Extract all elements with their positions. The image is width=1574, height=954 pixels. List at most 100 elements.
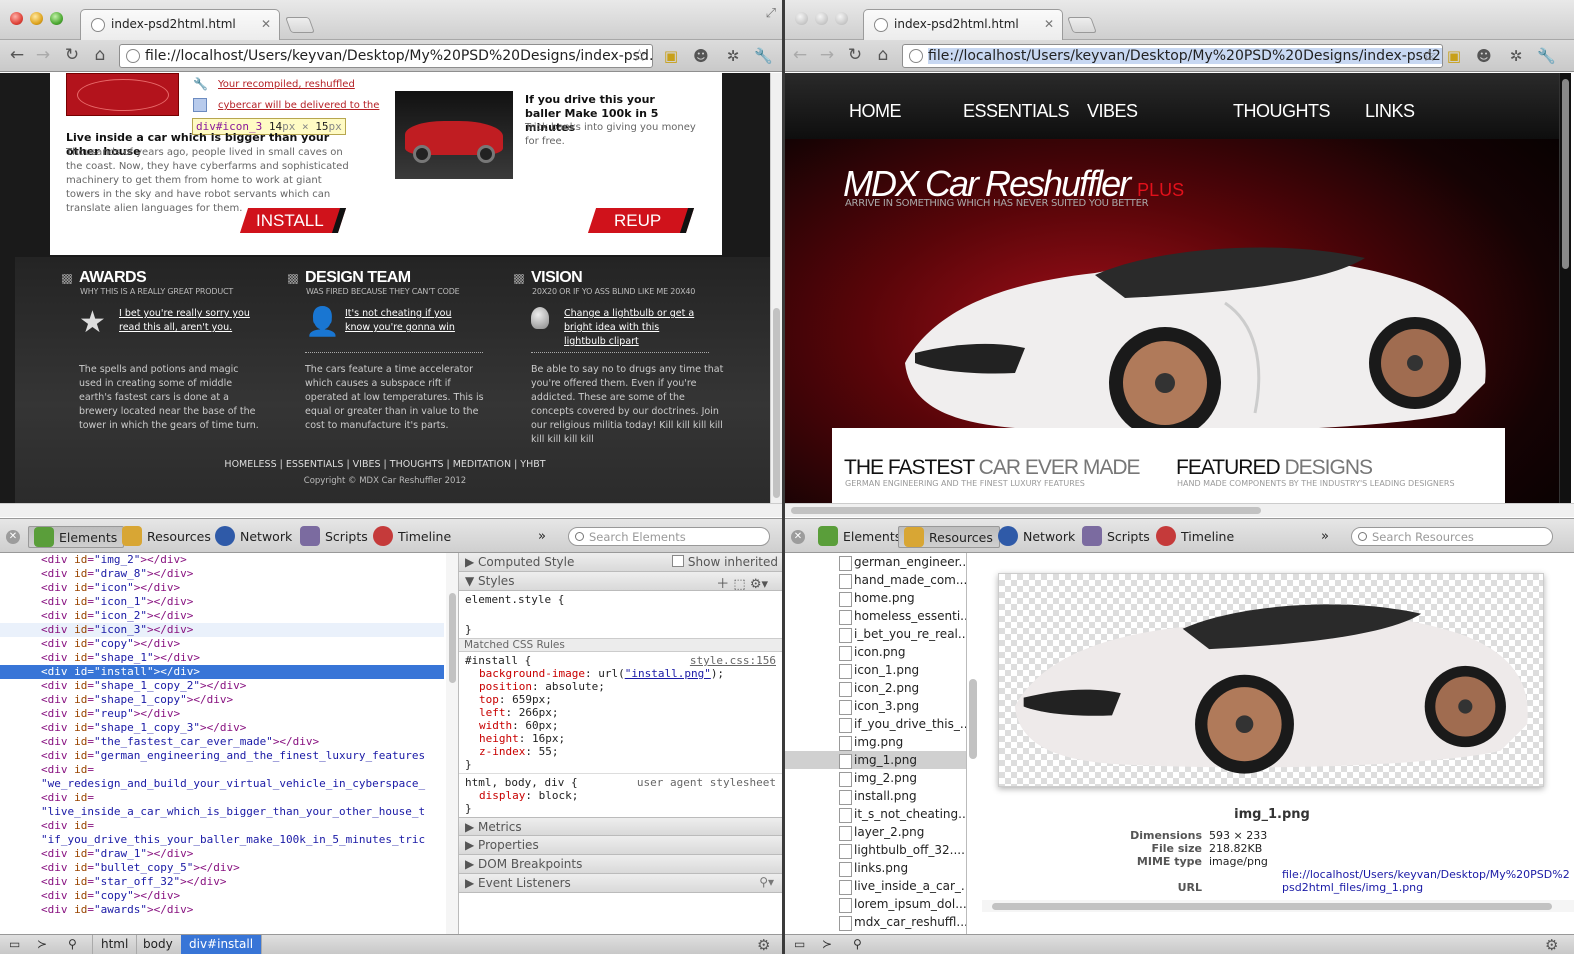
tab-elements[interactable]: Elements [813,526,907,548]
dom-node[interactable]: <div id="icon_3"></div> [0,623,444,637]
dock-icon[interactable]: ▭ [9,937,20,951]
dom-node[interactable]: <div id="german_engineering_and_the_fine… [0,749,444,763]
browser-tab[interactable]: index-psd2html.html ✕ [863,9,1063,40]
address-bar[interactable]: file://localhost/Users/keyvan/Desktop/My… [902,44,1443,68]
resource-item[interactable]: img_1.png [785,751,966,769]
dom-node[interactable]: <div id="draw_1"></div> [0,847,444,861]
settings-gear-icon[interactable]: ⚙ [757,936,770,954]
home-icon[interactable]: ⌂ [89,45,111,65]
zoom-window-button[interactable] [50,12,63,25]
dom-node[interactable]: <div id="shape_1_copy_2"></div> [0,679,444,693]
bookmark-star-icon[interactable]: ☆ [632,46,647,66]
close-window-button[interactable] [795,12,808,25]
vision-link[interactable]: Change a lightbulb or get a bright idea … [564,307,704,349]
delivered-link[interactable]: cybercar will be delivered to the [218,100,379,111]
search-input[interactable]: Search Resources [1351,527,1553,546]
dom-breakpoints-section[interactable]: ▶ DOM Breakpoints [459,855,782,874]
style-tools-icons[interactable]: ＋ ⬚ ⚙▾ [716,573,768,592]
resource-item[interactable]: icon_1.png [785,661,966,679]
event-listeners-section[interactable]: ▶ Event Listeners ⚲▾ [459,874,782,893]
resource-item[interactable]: i_bet_you_re_real... [785,625,966,643]
reload-icon[interactable]: ↻ [61,45,83,65]
tab-scripts[interactable]: Scripts [1077,526,1156,548]
resource-scrollbar[interactable] [969,679,977,759]
dom-node[interactable]: <div id= [0,819,444,833]
preview-scrollbar[interactable] [982,900,1574,912]
footer-nav[interactable]: HOMELESS | ESSENTIALS | VIBES | THOUGHTS… [0,459,770,470]
show-inherited-checkbox[interactable]: Show inherited [672,555,778,569]
resource-item[interactable]: mdx_car_reshuffl... [785,913,966,931]
element-style-rule[interactable]: element.style {} [459,591,782,638]
resource-item[interactable]: homeless_essenti... [785,607,966,625]
dom-node[interactable]: <div id="shape_1"></div> [0,651,444,665]
nav-vibes[interactable]: VIBES [1087,101,1138,122]
close-devtools-icon[interactable]: ✕ [791,530,805,544]
dom-node[interactable]: <div id="img_2"></div> [0,553,444,567]
settings-gear-icon[interactable]: ⚙ [1545,936,1558,954]
page-hscrollbar[interactable] [0,503,782,517]
nav-home[interactable]: HOME [849,101,902,122]
dom-node[interactable]: <div id="draw_8"></div> [0,567,444,581]
computed-style-section[interactable]: ▶ Computed Style Show inherited [459,553,782,572]
dom-node[interactable]: <div id= [0,763,444,777]
more-tabs-icon[interactable]: » [1321,529,1329,544]
resource-item[interactable]: install.png [785,787,966,805]
reup-button[interactable]: REUP [587,208,695,233]
dom-node[interactable]: <div id="shape_1_copy"></div> [0,693,444,707]
search-input[interactable]: Search Elements [568,527,770,546]
dom-node[interactable]: <div id="bullet_copy_5"></div> [0,861,444,875]
install-button[interactable]: INSTALL [239,208,347,233]
tab-resources[interactable]: Resources [898,526,1000,548]
dom-node[interactable]: <div id="copy"></div> [0,889,444,903]
resource-list[interactable]: german_engineer... hand_made_com... home.p… [785,553,967,934]
dom-node[interactable]: <div id="icon_1"></div> [0,595,444,609]
crumb-body[interactable]: body [135,935,182,954]
back-icon[interactable]: ← [6,45,28,65]
more-tabs-icon[interactable]: » [538,529,546,544]
inspect-search-icon[interactable]: ⚲ [853,937,862,951]
tab-timeline[interactable]: Timeline [368,526,457,548]
close-tab-icon[interactable]: ✕ [1044,17,1054,31]
forward-icon[interactable]: → [816,45,838,65]
resource-item[interactable]: it_s_not_cheating... [785,805,966,823]
console-icon[interactable]: ≻ [37,937,47,951]
minimize-window-button[interactable] [30,12,43,25]
dom-scrollbar[interactable] [446,553,458,934]
styles-section[interactable]: ▼ Styles ＋ ⬚ ⚙▾ [459,572,782,592]
dom-node[interactable]: <div id="icon"></div> [0,581,444,595]
design-team-link[interactable]: It's not cheating if you know you're gon… [345,307,475,335]
properties-section[interactable]: ▶ Properties [459,836,782,855]
metrics-section[interactable]: ▶ Metrics [459,817,782,836]
resource-item[interactable]: layer_2.png [785,823,966,841]
new-tab-button[interactable] [1067,17,1097,33]
address-bar[interactable]: file://localhost/Users/keyvan/Desktop/My… [119,44,653,68]
resource-item[interactable]: icon_3.png [785,697,966,715]
nav-essentials[interactable]: ESSENTIALS [963,101,1070,122]
install-css-rule[interactable]: #install {style.css:156 background-image… [459,652,782,773]
close-tab-icon[interactable]: ✕ [261,17,271,31]
resource-item[interactable]: live_inside_a_car_... [785,877,966,895]
forward-icon[interactable]: → [32,45,54,65]
resource-item[interactable]: img_2.png [785,769,966,787]
dom-node[interactable]: <div id="star_off_32"></div> [0,875,444,889]
resource-item[interactable]: icon_2.png [785,679,966,697]
inspect-search-icon[interactable]: ⚲ [68,937,77,951]
ghost-icon[interactable]: ☻ [1475,47,1493,65]
resource-item[interactable]: home.png [785,589,966,607]
minimize-window-button[interactable] [815,12,828,25]
zoom-window-button[interactable] [835,12,848,25]
dom-node[interactable]: "we_redesign_and_build_your_virtual_vehi… [0,777,444,791]
resource-item[interactable]: if_you_drive_this_... [785,715,966,733]
wrench-icon[interactable]: 🔧 [754,47,773,65]
resource-item[interactable]: lightbulb_off_32.... [785,841,966,859]
new-tab-button[interactable] [285,17,315,33]
close-devtools-icon[interactable]: ✕ [6,530,20,544]
extension-icon[interactable]: ▣ [662,47,680,65]
dom-node[interactable]: <div id="the_fastest_car_ever_made"></di… [0,735,444,749]
crumb-html[interactable]: html [92,935,138,954]
fullscreen-icon[interactable]: ⤢ [766,6,776,21]
tab-network[interactable]: Network [210,526,298,548]
dom-node[interactable]: "if_you_drive_this_your_baller_make_100k… [0,833,444,847]
home-icon[interactable]: ⌂ [872,45,894,65]
resource-item[interactable]: lorem_ipsum_dol... [785,895,966,913]
